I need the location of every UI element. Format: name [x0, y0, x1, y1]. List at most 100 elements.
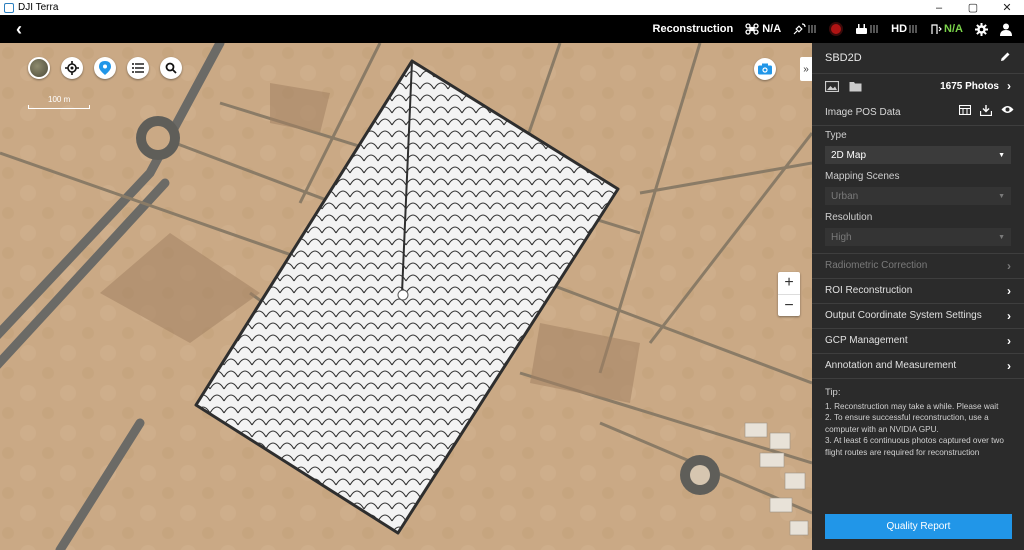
drone-status: N/A — [745, 23, 781, 35]
hd-signal-icon — [909, 25, 919, 33]
close-button[interactable]: ✕ — [990, 0, 1024, 15]
pos-table-button[interactable] — [958, 104, 972, 119]
menu-label: Output Coordinate System Settings — [825, 310, 982, 321]
tip-box: Tip: 1. Reconstruction may take a while.… — [825, 387, 1015, 458]
chevron-right-icon: › — [1007, 358, 1011, 373]
minimize-button[interactable]: – — [922, 0, 956, 15]
battery-icon — [931, 24, 942, 34]
map-scale: 100 m — [28, 95, 90, 109]
resolution-select: High ▼ — [825, 228, 1011, 246]
chevron-right-icon: › — [1007, 79, 1011, 93]
collapse-panel-button[interactable]: » — [800, 57, 812, 81]
reconstruction-panel: SBD2D 1675 Photos › Image POS Data Type … — [812, 43, 1024, 550]
folder-icon — [849, 81, 862, 91]
radiometric-correction-item: Radiometric Correction › — [812, 253, 1024, 278]
import-icon — [979, 105, 993, 117]
list-icon — [132, 63, 144, 73]
zoom-in-button[interactable]: + — [778, 272, 800, 294]
window-controls: – ▢ ✕ — [922, 0, 1024, 15]
list-button[interactable] — [127, 57, 149, 79]
tip-line: 1. Reconstruction may take a while. Plea… — [825, 401, 999, 411]
drone-status-text: N/A — [762, 23, 782, 35]
tip-title: Tip: — [825, 387, 841, 398]
battery-status: N/A — [930, 23, 963, 35]
resolution-label: Resolution — [825, 212, 873, 223]
status-bar: Reconstruction N/A HD N/A — [653, 15, 1024, 43]
waypoint-pin-icon — [99, 61, 111, 75]
pos-import-button[interactable] — [979, 105, 993, 119]
roi-reconstruction-item[interactable]: ROI Reconstruction › — [812, 278, 1024, 303]
mapping-scenes-value: Urban — [831, 190, 859, 202]
satellite-map-image — [0, 43, 812, 550]
output-coordinate-item[interactable]: Output Coordinate System Settings › — [812, 303, 1024, 328]
type-select[interactable]: 2D Map ▼ — [825, 146, 1011, 164]
search-button[interactable] — [160, 57, 182, 79]
satellite-layer-button[interactable] — [28, 57, 50, 79]
image-pos-label: Image POS Data — [825, 106, 901, 118]
record-status — [829, 22, 844, 36]
gps-status — [793, 23, 818, 35]
locate-button[interactable] — [61, 57, 83, 79]
dropdown-caret-icon: ▼ — [998, 233, 1005, 241]
search-icon — [165, 62, 177, 74]
record-icon — [829, 22, 844, 36]
remote-controller-icon — [856, 24, 868, 34]
image-pos-row: Image POS Data — [812, 99, 1024, 125]
account-button[interactable] — [1000, 23, 1012, 36]
type-value: 2D Map — [831, 149, 867, 161]
mode-label: Reconstruction — [652, 23, 734, 35]
map-toolbar — [28, 57, 193, 79]
chevron-right-icon: › — [1007, 258, 1011, 273]
waypoint-button[interactable] — [94, 57, 116, 79]
user-icon — [1000, 23, 1012, 36]
app-topbar: ‹ Reconstruction N/A HD N/A — [0, 15, 1024, 43]
menu-label: Radiometric Correction — [825, 260, 928, 271]
photos-row[interactable]: 1675 Photos › — [812, 73, 1024, 99]
menu-label: ROI Reconstruction — [825, 285, 913, 296]
scale-label: 100 m — [48, 95, 71, 104]
pencil-icon — [1001, 52, 1010, 61]
table-icon — [958, 104, 972, 116]
edit-project-button[interactable] — [1000, 51, 1011, 65]
divider — [812, 378, 1024, 379]
drone-icon — [745, 23, 759, 35]
project-name: SBD2D — [825, 52, 862, 64]
settings-button[interactable] — [975, 22, 988, 36]
satellite-icon — [793, 23, 806, 35]
camera-icon — [758, 63, 772, 75]
annotation-measurement-item[interactable]: Annotation and Measurement › — [812, 353, 1024, 378]
battery-status-text: N/A — [944, 23, 963, 35]
gcp-management-item[interactable]: GCP Management › — [812, 328, 1024, 353]
remote-signal-icon — [870, 25, 880, 33]
resolution-value: High — [831, 231, 852, 243]
zoom-out-button[interactable]: − — [778, 294, 800, 316]
remote-status — [855, 23, 880, 35]
tip-line: 2. To ensure successful reconstruction, … — [825, 413, 989, 434]
back-button[interactable]: ‹ — [16, 19, 36, 39]
camera-button[interactable] — [754, 58, 776, 80]
dji-terra-app-icon — [4, 2, 14, 13]
dropdown-caret-icon: ▼ — [998, 151, 1005, 159]
chevron-right-icon: › — [1007, 283, 1011, 298]
image-pos-actions — [950, 104, 1014, 119]
quality-report-button[interactable]: Quality Report — [825, 514, 1012, 539]
maximize-button[interactable]: ▢ — [956, 0, 990, 15]
hd-status: HD — [891, 23, 919, 35]
type-label: Type — [825, 130, 847, 141]
gear-icon — [975, 22, 988, 36]
window-titlebar: DJI Terra – ▢ ✕ — [0, 0, 1024, 15]
eye-icon — [1001, 106, 1014, 113]
gps-signal-icon — [808, 25, 818, 33]
project-row: SBD2D — [812, 43, 1024, 73]
chevron-right-icon: › — [1007, 308, 1011, 323]
pos-view-button[interactable] — [1001, 105, 1014, 119]
zoom-control: + − — [778, 272, 800, 316]
window-title: DJI Terra — [18, 2, 59, 13]
locate-icon — [65, 61, 79, 75]
chevron-right-icon: › — [1007, 333, 1011, 348]
menu-label: GCP Management — [825, 335, 908, 346]
mapping-scenes-select: Urban ▼ — [825, 187, 1011, 205]
map-view[interactable]: 100 m » + − — [0, 43, 812, 550]
photo-count: 1675 Photos — [940, 80, 999, 92]
mapping-scenes-label: Mapping Scenes — [825, 171, 900, 182]
